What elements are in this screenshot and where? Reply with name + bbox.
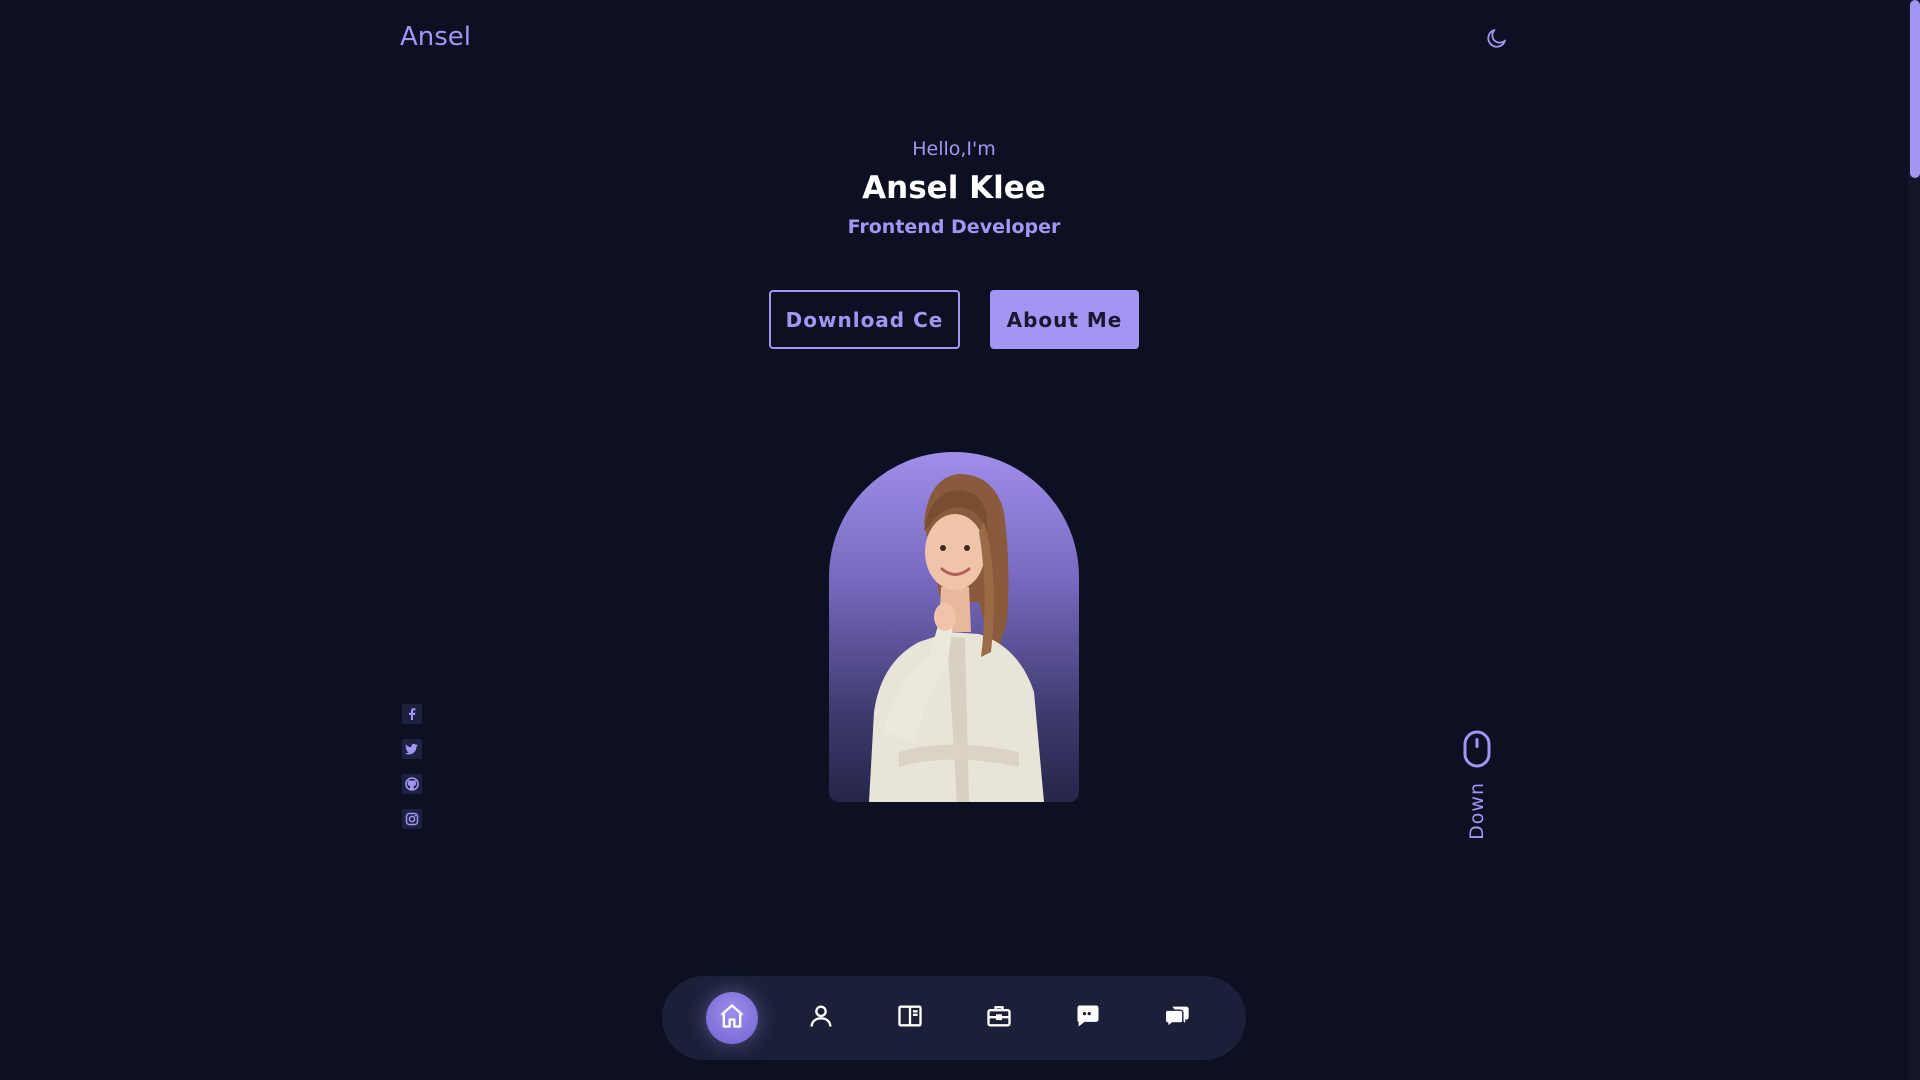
mouse-icon: [1463, 730, 1491, 772]
instagram-icon: [402, 809, 422, 833]
moon-icon: [1485, 26, 1509, 54]
hero: Hello,I'm Ansel Klee Frontend Developer: [0, 138, 1908, 238]
page: Ansel Hello,I'm Ansel Klee Frontend Deve…: [0, 0, 1920, 1080]
nav-contact[interactable]: [1151, 992, 1203, 1044]
scroll-down-label: Down: [1466, 782, 1488, 840]
book-icon: [896, 1002, 924, 1034]
user-icon: [807, 1002, 835, 1034]
theme-toggle-button[interactable]: [1482, 25, 1512, 55]
profile-photo: [829, 452, 1079, 802]
facebook-link[interactable]: [400, 704, 424, 728]
about-me-button[interactable]: About Me: [990, 290, 1139, 349]
nav-skills[interactable]: [884, 992, 936, 1044]
github-link[interactable]: [400, 774, 424, 798]
download-cv-button[interactable]: Download Ce: [769, 290, 960, 349]
twitter-icon: [402, 739, 422, 763]
instagram-link[interactable]: [400, 809, 424, 833]
scrollbar-thumb[interactable]: [1910, 0, 1920, 178]
message-icon: [1074, 1002, 1102, 1034]
nav-about[interactable]: [795, 992, 847, 1044]
chat-icon: [1163, 1002, 1191, 1034]
nav-home[interactable]: [706, 992, 758, 1044]
hero-role: Frontend Developer: [847, 216, 1061, 238]
nav-testimonials[interactable]: [1062, 992, 1114, 1044]
social-links: [400, 704, 424, 844]
hero-name: Ansel Klee: [862, 170, 1046, 206]
nav-portfolio[interactable]: [973, 992, 1025, 1044]
twitter-link[interactable]: [400, 739, 424, 763]
github-icon: [402, 774, 422, 798]
briefcase-icon: [985, 1002, 1013, 1034]
home-icon: [718, 1002, 746, 1034]
scrollbar[interactable]: [1908, 0, 1920, 1080]
bottom-nav: [662, 976, 1246, 1060]
facebook-icon: [402, 704, 422, 728]
scroll-down-button[interactable]: Down: [1463, 730, 1491, 840]
logo[interactable]: Ansel: [400, 22, 471, 52]
greeting-text: Hello,I'm: [912, 138, 996, 160]
